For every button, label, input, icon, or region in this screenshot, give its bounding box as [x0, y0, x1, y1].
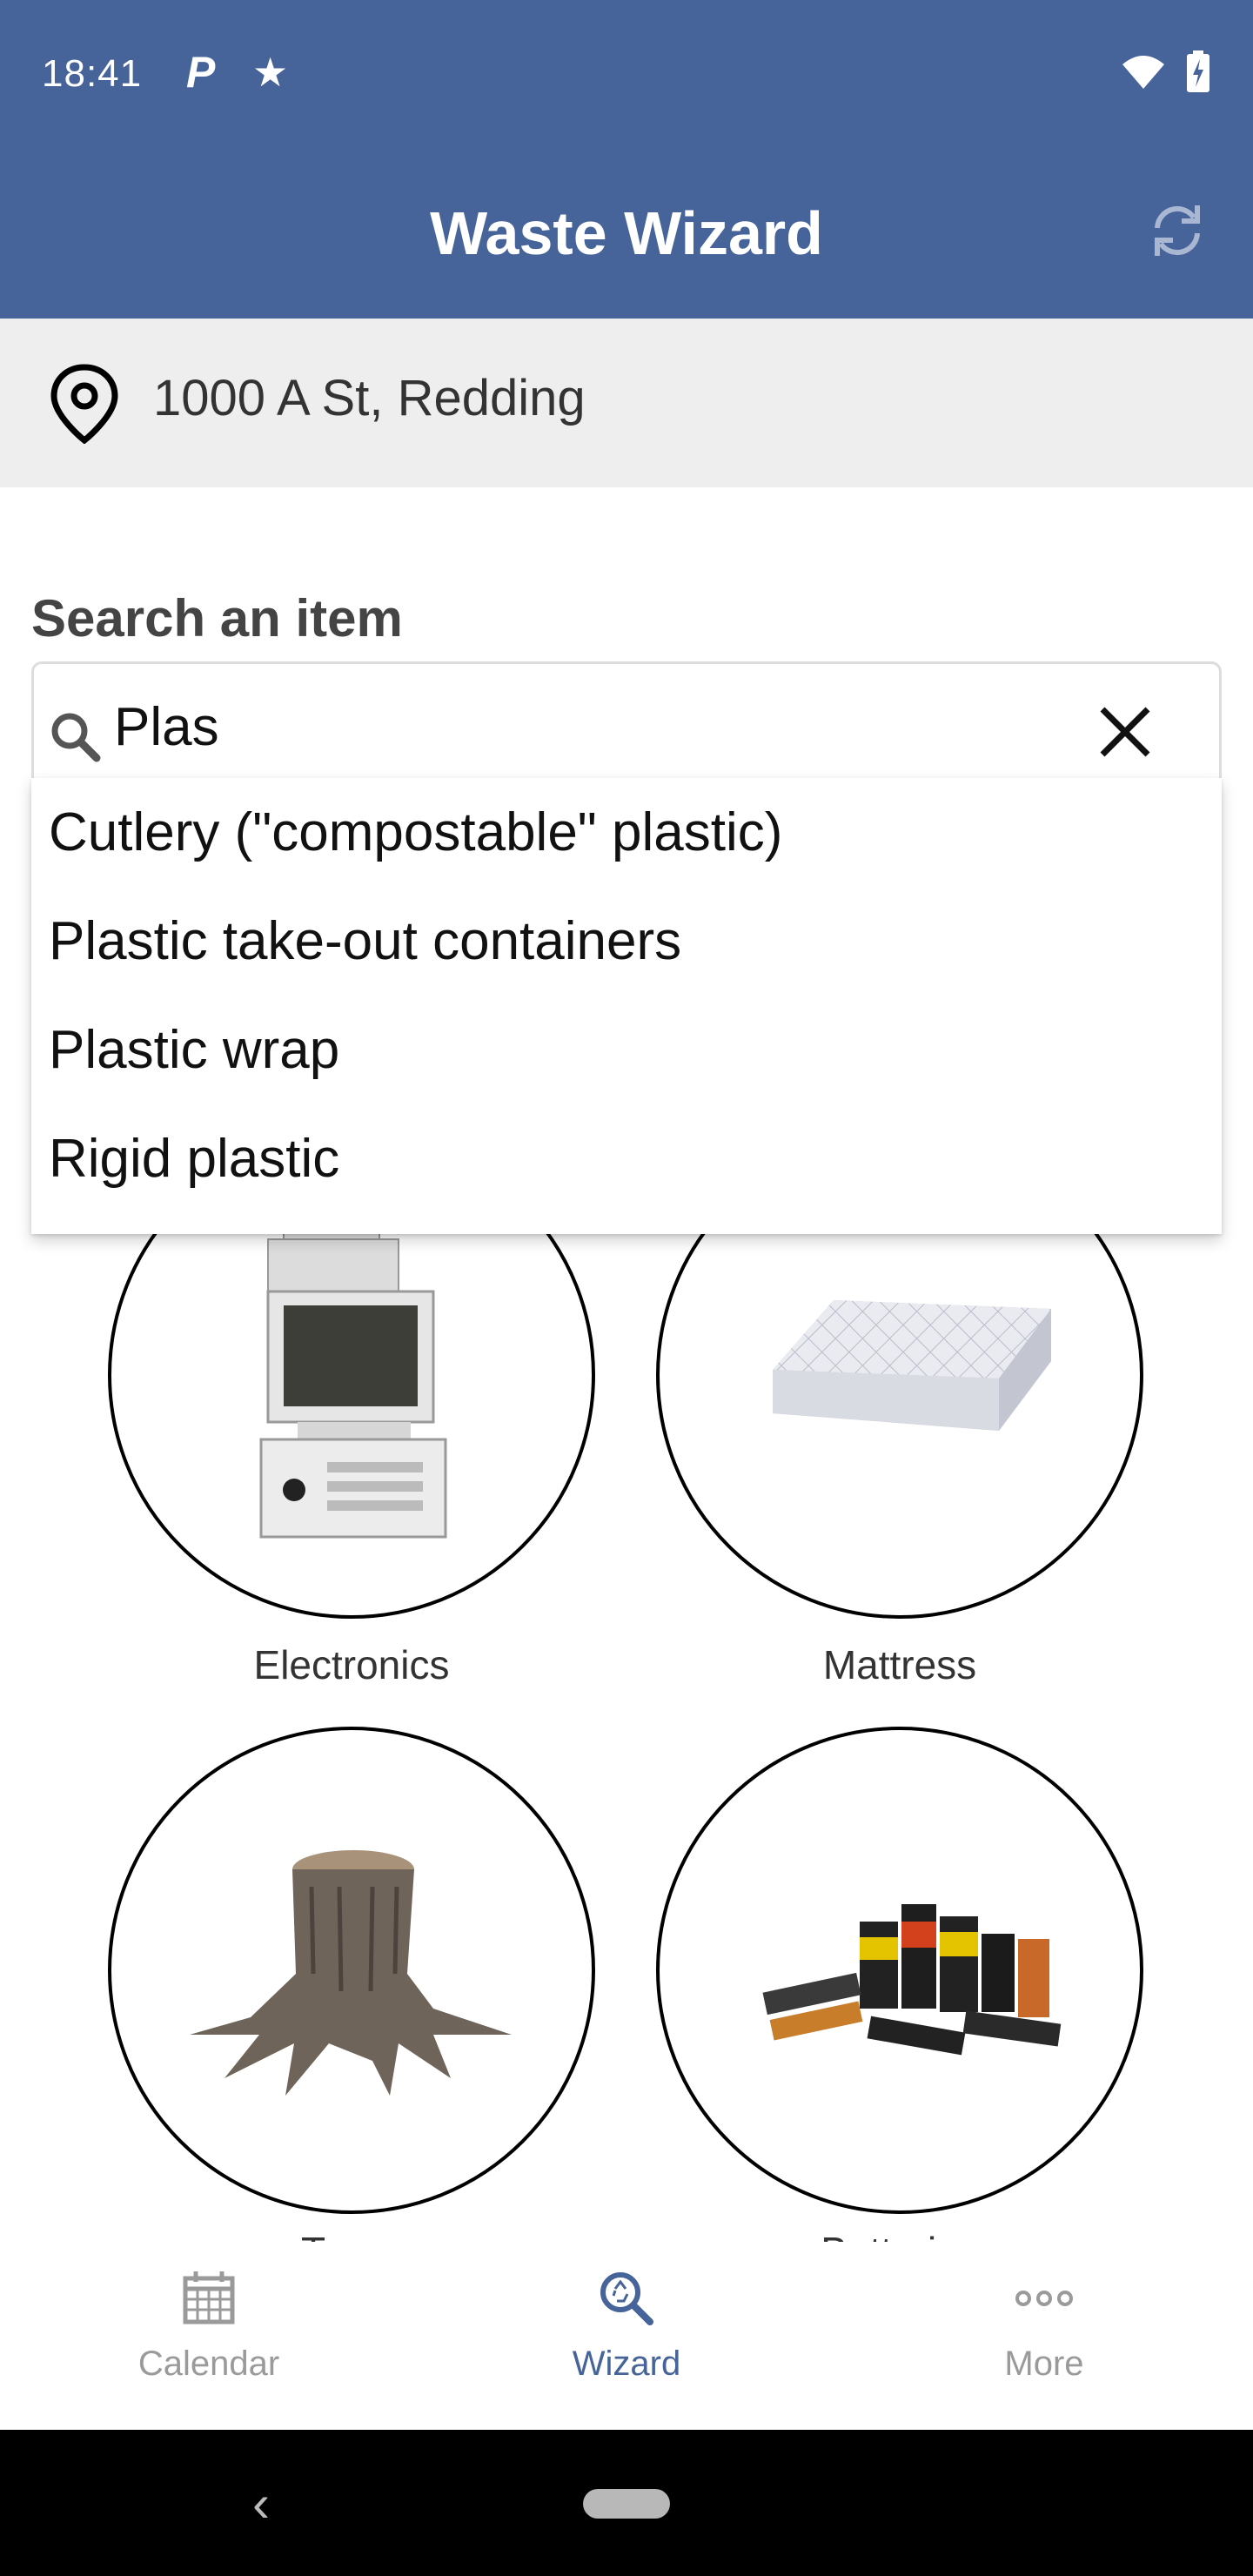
address-text: 1000 A St, Redding [153, 370, 586, 426]
suggestion-item[interactable]: Plastic wrap [31, 996, 1222, 1104]
system-nav-bar: ‹ [0, 2430, 1253, 2576]
batteries-image [762, 1904, 1062, 2056]
refresh-icon[interactable] [1145, 198, 1209, 263]
close-icon[interactable] [1094, 701, 1156, 763]
suggestion-item[interactable]: Plastic take-out containers [31, 887, 1222, 996]
home-pill[interactable] [583, 2489, 670, 2519]
suggestion-item[interactable]: Cutlery ("compostable" plastic) [31, 778, 1222, 887]
battery-charging-icon [1187, 50, 1209, 92]
nav-label-calendar: Calendar [137, 2345, 280, 2383]
category-trees[interactable] [108, 1727, 595, 2214]
search-label: Search an item [31, 589, 403, 647]
category-label: Electronics [253, 1642, 450, 1687]
star-icon: ★ [252, 50, 289, 95]
back-icon[interactable]: ‹ [252, 2473, 270, 2533]
search-input[interactable] [114, 692, 1054, 761]
nav-more[interactable]: More [914, 2268, 1175, 2384]
status-time: 18:41 [42, 52, 143, 95]
category-label: Trees [108, 2228, 595, 2242]
category-label: Batteries [656, 2228, 1143, 2242]
app-header: 18:41 P ★ Waste Wizard [0, 0, 1253, 319]
status-icons [1121, 50, 1211, 94]
search-box[interactable] [31, 661, 1222, 783]
nav-label-more: More [1004, 2345, 1084, 2383]
page-title: Waste Wizard [430, 199, 823, 267]
suggestion-item[interactable]: Rigid plastic [31, 1104, 1222, 1213]
calendar-icon [183, 2271, 235, 2324]
location-bar[interactable]: 1000 A St, Redding [0, 319, 1253, 487]
suggestions-dropdown: Cutlery ("compostable" plastic) Plastic … [31, 778, 1222, 1234]
nav-label-wizard: Wizard [572, 2345, 681, 2383]
more-icon [1015, 2291, 1073, 2306]
category-label: Mattress [822, 1642, 977, 1687]
nav-calendar[interactable]: Calendar [78, 2268, 339, 2384]
parking-icon: P [186, 48, 216, 97]
wizard-search-icon [600, 2272, 653, 2325]
nav-wizard[interactable]: Wizard [496, 2268, 757, 2384]
location-pin-icon [50, 364, 118, 444]
bottom-nav: Calendar Wizard More [0, 2242, 1253, 2430]
wifi-icon [1122, 56, 1164, 89]
search-icon [51, 713, 101, 762]
tree-stump-image [190, 1850, 512, 2096]
category-batteries[interactable] [656, 1727, 1143, 2214]
